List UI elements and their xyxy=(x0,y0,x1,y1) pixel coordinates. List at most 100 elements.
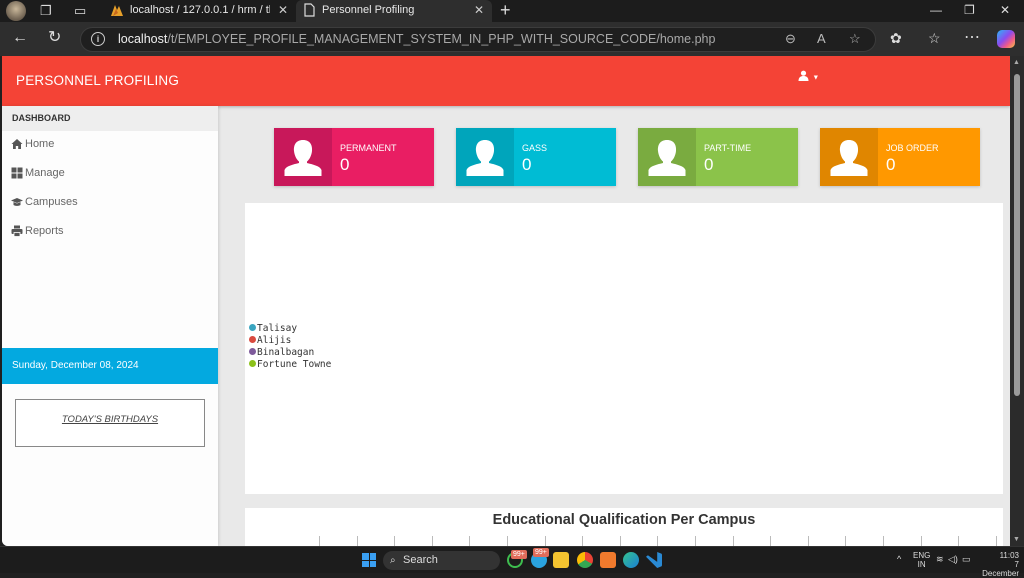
more-menu-icon[interactable]: ⋯ xyxy=(964,29,980,47)
tab-phpmyadmin[interactable]: localhost / 127.0.0.1 / hrm / tbl_p ✕ xyxy=(104,0,296,22)
legend-dot xyxy=(249,336,256,343)
card-label: JOB ORDER xyxy=(886,143,939,153)
scroll-up-icon[interactable]: ▲ xyxy=(1013,59,1020,66)
legend-label: Talisay xyxy=(257,323,298,334)
page-icon xyxy=(304,3,315,17)
tab-actions-icon[interactable]: ▭ xyxy=(74,3,86,19)
refresh-icon[interactable]: ↻ xyxy=(48,29,61,47)
back-icon[interactable]: ← xyxy=(12,29,28,47)
favorites-icon[interactable]: ☆ xyxy=(928,29,941,47)
telegram-icon[interactable]: 99+ xyxy=(531,548,549,568)
read-aloud-icon[interactable]: A xyxy=(817,31,826,46)
search-icon: ⌕ xyxy=(390,555,396,566)
volume-icon[interactable]: ◁) xyxy=(948,554,958,565)
card-job-order[interactable]: JOB ORDER 0 xyxy=(820,128,980,186)
birthdays-box: TODAY'S BIRTHDAYS xyxy=(15,399,205,447)
person-icon xyxy=(648,140,686,176)
scroll-down-icon[interactable]: ▼ xyxy=(1013,536,1020,543)
close-tab-icon[interactable]: ✕ xyxy=(278,0,288,20)
x-axis-tick xyxy=(469,536,471,546)
card-icon-area xyxy=(820,128,878,186)
edge-icon[interactable] xyxy=(623,552,639,568)
x-axis-ticks xyxy=(245,536,1003,546)
battery-icon[interactable]: ▭ xyxy=(962,554,971,565)
card-icon-area xyxy=(638,128,696,186)
show-hidden-icons[interactable]: ^ xyxy=(897,554,901,564)
printer-icon xyxy=(11,225,23,237)
birthdays-title[interactable]: TODAY'S BIRTHDAYS xyxy=(16,414,204,425)
profile-avatar[interactable] xyxy=(6,1,26,21)
x-axis-tick xyxy=(995,536,997,546)
caret-down-icon: ▼ xyxy=(812,74,820,82)
new-tab-button[interactable]: + xyxy=(500,0,511,20)
app-title[interactable]: PERSONNEL PROFILING xyxy=(16,73,179,88)
url-text[interactable]: localhost/t/EMPLOYEE_PROFILE_MANAGEMENT_… xyxy=(118,32,715,46)
user-icon xyxy=(798,70,809,81)
windows-start-icon[interactable] xyxy=(362,553,376,567)
x-axis-tick xyxy=(544,536,546,546)
card-gass[interactable]: GASS 0 xyxy=(456,128,616,186)
person-icon xyxy=(830,140,868,176)
extensions-icon[interactable]: ✿ xyxy=(890,29,902,47)
whatsapp-icon[interactable]: 99+ xyxy=(507,550,527,568)
notification-badge: 99+ xyxy=(511,550,527,559)
card-label: PART-TIME xyxy=(704,143,752,153)
chrome-icon[interactable] xyxy=(577,552,593,568)
tab-personnel-profiling[interactable]: Personnel Profiling ✕ xyxy=(296,0,492,22)
chart-title: Educational Qualification Per Campus xyxy=(492,512,756,528)
sidebar-item-manage[interactable]: Manage xyxy=(2,160,218,188)
sidebar-header: DASHBOARD xyxy=(2,106,218,131)
page-viewport: PERSONNEL PROFILING ▼ DASHBOARD Home Man… xyxy=(2,56,1010,546)
campus-chart-legend: Talisay Alijis Binalbagan Fortune Towne xyxy=(249,323,331,371)
address-bar[interactable]: i localhost/t/EMPLOYEE_PROFILE_MANAGEMEN… xyxy=(80,27,876,52)
workspaces-icon[interactable]: ❐ xyxy=(40,3,52,19)
file-explorer-icon[interactable] xyxy=(553,552,569,568)
sidebar-item-home[interactable]: Home xyxy=(2,131,218,159)
sidebar-item-label: Manage xyxy=(25,167,65,179)
lang-bottom: IN xyxy=(917,560,926,569)
url-path: /t/EMPLOYEE_PROFILE_MANAGEMENT_SYSTEM_IN… xyxy=(167,32,716,46)
card-value: 0 xyxy=(704,155,714,174)
taskbar-search[interactable]: ⌕ Search xyxy=(383,551,500,570)
x-axis-tick xyxy=(394,536,396,546)
zoom-out-icon[interactable]: ⊖ xyxy=(785,31,796,47)
page-scrollbar[interactable]: ▲ ▼ xyxy=(1010,56,1024,546)
campus-chart-panel: Talisay Alijis Binalbagan Fortune Towne xyxy=(245,203,1003,494)
minimize-icon[interactable]: — xyxy=(930,0,942,20)
sidebar-item-campuses[interactable]: Campuses xyxy=(2,189,218,217)
card-part-time[interactable]: PART-TIME 0 xyxy=(638,128,798,186)
clock-time: 11:03 xyxy=(999,551,1019,560)
user-menu-toggle[interactable]: ▼ xyxy=(798,70,819,84)
vscode-icon[interactable] xyxy=(646,552,662,568)
person-icon xyxy=(284,140,322,176)
wifi-icon[interactable]: ≋ xyxy=(936,554,944,565)
card-permanent[interactable]: PERMANENT 0 xyxy=(274,128,434,186)
clock[interactable]: 11:03 7 December xyxy=(981,551,1019,578)
legend-label: Alijis xyxy=(257,335,292,346)
x-axis-tick xyxy=(958,536,960,546)
sidebar-item-label: Home xyxy=(25,138,55,150)
x-axis-tick xyxy=(431,536,433,546)
sidebar-item-reports[interactable]: Reports xyxy=(2,218,218,246)
scrollbar-thumb[interactable] xyxy=(1014,74,1020,396)
language-indicator[interactable]: ENG IN xyxy=(913,551,930,569)
legend-item[interactable]: Talisay xyxy=(249,323,331,335)
person-icon xyxy=(466,140,504,176)
tab-title: Personnel Profiling xyxy=(322,4,415,16)
restore-icon[interactable]: ❐ xyxy=(964,0,975,20)
card-value: 0 xyxy=(522,155,532,174)
card-icon-area xyxy=(274,128,332,186)
legend-item[interactable]: Fortune Towne xyxy=(249,359,331,371)
x-axis-tick xyxy=(507,536,508,546)
legend-item[interactable]: Alijis xyxy=(249,335,331,347)
close-tab-icon[interactable]: ✕ xyxy=(474,0,484,20)
graduation-cap-icon xyxy=(11,198,23,206)
legend-item[interactable]: Binalbagan xyxy=(249,347,331,359)
copilot-icon[interactable] xyxy=(997,30,1015,48)
card-value: 0 xyxy=(886,155,896,174)
x-axis-tick xyxy=(582,536,584,546)
site-info-icon[interactable]: i xyxy=(91,32,105,46)
close-window-icon[interactable]: ✕ xyxy=(1000,0,1010,20)
xampp-icon[interactable] xyxy=(600,552,616,568)
favorite-star-icon[interactable]: ☆ xyxy=(849,31,861,47)
